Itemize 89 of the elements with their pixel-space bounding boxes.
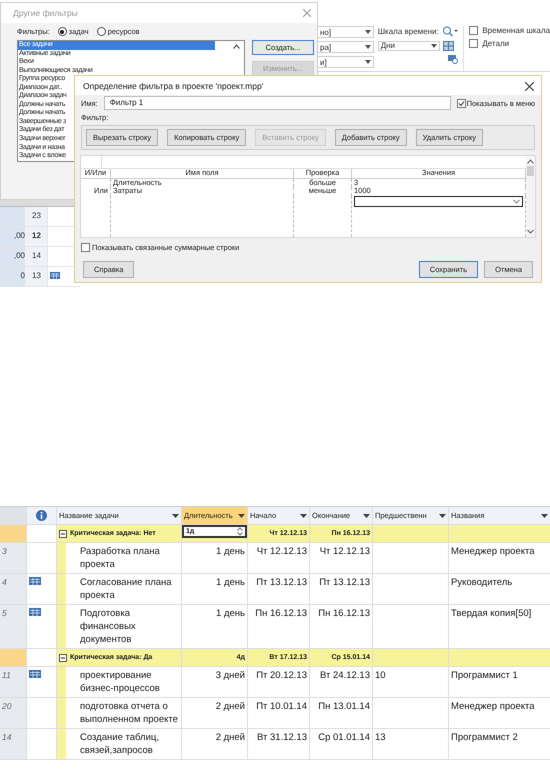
row-number: 13 <box>25 267 47 286</box>
caret-icon <box>364 60 371 64</box>
table-cell-text: Менеджер проекта <box>450 700 536 714</box>
row-number: 11 <box>0 667 27 697</box>
table-cell: Чт 12.12.13 <box>310 543 373 573</box>
table-cell: 3 дней <box>182 667 248 697</box>
table-cell: Чт 12.12.13 <box>248 543 310 573</box>
table-cell-text: Менеджер проекта <box>450 545 536 559</box>
name-input[interactable]: Фильтр 1 <box>104 96 451 110</box>
caret-icon <box>238 514 245 518</box>
scroll-down-icon[interactable] <box>527 229 534 234</box>
table-cell: Пн 16.12.13 <box>248 605 310 648</box>
table-cell <box>0 207 25 226</box>
table-cell: 10 <box>373 667 449 697</box>
task-name: Разработка плана проекта <box>80 545 161 572</box>
indent-strip <box>57 729 66 759</box>
checkmark-icon <box>458 100 465 106</box>
row-number: 5 <box>0 605 27 648</box>
row-number: 20 <box>0 698 27 728</box>
caret-icon <box>363 514 370 518</box>
calendar-icon <box>50 272 60 279</box>
info-icon <box>36 510 47 521</box>
table-cell-text: Программист 2 <box>450 731 519 745</box>
task-name: Создание таблиц, связей,запросов <box>80 731 160 758</box>
collapse-icon[interactable] <box>59 654 67 662</box>
row-number: 23 <box>25 207 47 226</box>
caret-icon <box>430 44 437 48</box>
task-name: Согласование плана проекта <box>80 576 173 603</box>
task-name: подготовка отчета о выполненном проекте <box>80 700 179 727</box>
checkbox[interactable]: Временная шкала <box>469 26 550 35</box>
table-cell: Пт 20.12.13 <box>248 667 310 697</box>
header-cell <box>0 507 27 524</box>
table-cell: Ср 01.01.14 <box>310 729 373 759</box>
table-cell: Пт 13.12.13 <box>248 574 310 604</box>
table-cell: ,00 <box>0 227 25 246</box>
caret-icon <box>513 198 520 204</box>
value-dropdown[interactable] <box>354 196 523 206</box>
calendar-icon <box>29 577 41 585</box>
dropdown-field[interactable]: но] <box>318 26 374 38</box>
row-number: 3 <box>0 543 27 573</box>
row-number: 12 <box>25 227 47 246</box>
grid-icon[interactable] <box>442 40 454 50</box>
table-cell: Пт 10.01.14 <box>248 698 310 728</box>
indent-strip <box>57 698 66 728</box>
scroll-thumb[interactable] <box>527 166 534 176</box>
table-cell: 0 <box>0 267 25 286</box>
table-cell: ,00 <box>0 247 25 266</box>
spinner-icon[interactable] <box>237 527 243 536</box>
task-name: Подготовка финансовых документов <box>80 607 137 647</box>
table-cell: Пн 16.12.13 <box>310 605 373 648</box>
table-cell-text: Руководитель <box>450 576 514 590</box>
row-number: 14 <box>25 247 47 266</box>
scrollbar[interactable] <box>526 156 535 237</box>
table-cell: 1 день <box>182 574 248 604</box>
caret-icon <box>364 45 371 49</box>
timescale-label: Шкала времени: <box>378 27 439 36</box>
table-cell: 2 дней <box>182 729 248 759</box>
table-cell-text: Программист 1 <box>450 669 519 683</box>
caret-icon <box>541 514 548 518</box>
indent-strip <box>57 667 66 697</box>
task-name: проектирование бизнес-процессов <box>80 669 161 696</box>
scroll-up-icon[interactable] <box>527 159 534 164</box>
timescale-dropdown[interactable]: Дни <box>378 40 440 50</box>
table-cell: 1 день <box>182 605 248 648</box>
dialog-title: Определение фильтра в проекте 'проект.mpp' <box>83 81 264 91</box>
calendar-icon <box>29 670 41 678</box>
calendar-icon <box>29 608 41 616</box>
caret-icon <box>439 514 446 518</box>
table-cell: Вт 24.12.13 <box>310 667 373 697</box>
dialog-title: Другие фильтры <box>13 8 78 18</box>
scroll-up-icon[interactable] <box>233 44 240 49</box>
table-cell: Пн 13.01.14 <box>310 698 373 728</box>
caret-icon <box>172 514 179 518</box>
row-number: 4 <box>0 574 27 604</box>
indent-strip <box>57 543 66 573</box>
table-cell: 2 дней <box>182 698 248 728</box>
table-cell: 1 день <box>182 543 248 573</box>
table-cell-text: Твердая копия[50] <box>450 607 532 621</box>
table-cell: 13 <box>373 729 449 759</box>
row-number: 14 <box>0 729 27 759</box>
table-cell: Вт 31.12.13 <box>248 729 310 759</box>
collapse-icon[interactable] <box>59 530 67 538</box>
caret-icon <box>300 514 307 518</box>
dropdown-field[interactable]: и] <box>318 56 374 68</box>
caret-icon <box>364 30 371 34</box>
dropdown-field[interactable]: ра] <box>318 41 374 53</box>
close-icon[interactable] <box>525 82 534 90</box>
checkbox[interactable]: Детали <box>469 39 550 48</box>
table-cell: Пт 13.12.13 <box>310 574 373 604</box>
